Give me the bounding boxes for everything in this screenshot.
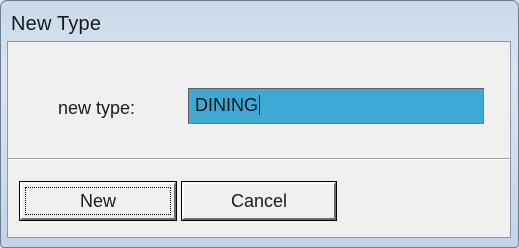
window-title: New Type xyxy=(11,13,102,35)
separator xyxy=(8,158,510,160)
dialog-body: new type: DINING New Cancel xyxy=(7,41,511,238)
dialog-window: New Type new type: DINING New Cancel xyxy=(0,0,519,248)
title-bar[interactable]: New Type xyxy=(1,1,518,39)
cancel-button-label: Cancel xyxy=(230,191,288,211)
input-row: new type: DINING xyxy=(8,42,510,160)
new-type-label: new type: xyxy=(58,98,136,118)
new-type-value: DINING xyxy=(195,95,258,115)
new-button[interactable]: New xyxy=(19,181,177,221)
cancel-button[interactable]: Cancel xyxy=(181,181,337,221)
new-button-label: New xyxy=(79,191,116,211)
new-type-input[interactable]: DINING xyxy=(188,88,484,124)
text-caret xyxy=(259,95,260,115)
